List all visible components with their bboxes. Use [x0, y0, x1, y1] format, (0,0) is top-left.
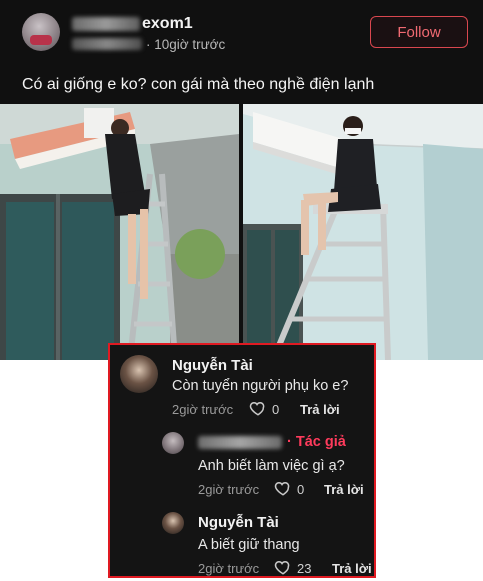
post-header: exom1 · 10giờ trước Follow	[0, 0, 483, 66]
post-photo-left[interactable]	[0, 104, 239, 360]
heart-outline-icon[interactable]	[249, 399, 267, 417]
blurred-author-name	[198, 436, 282, 449]
post-time: · 10giờ trước	[146, 36, 226, 52]
comment-section: Nguyễn Tài Còn tuyển người phụ ko e? 2gi…	[108, 343, 376, 578]
comment-1: Nguyễn Tài Còn tuyển người phụ ko e? 2gi…	[110, 345, 373, 425]
comment-text: A biết giữ thang	[198, 537, 300, 553]
commenter-avatar[interactable]	[162, 512, 184, 534]
comment-time: 2giờ trước	[198, 561, 260, 576]
heart-outline-icon[interactable]	[274, 479, 292, 497]
author-avatar[interactable]	[22, 13, 60, 51]
comment-2: · Tác giả Anh biết làm việc gì ạ? 2giờ t…	[110, 425, 373, 505]
comment-time: 2giờ trước	[198, 482, 260, 497]
blurred-username-part	[72, 17, 140, 31]
username-row[interactable]: exom1	[72, 15, 193, 33]
post-photo-right[interactable]	[243, 104, 483, 360]
follow-button[interactable]: Follow	[370, 16, 468, 48]
reply-button[interactable]: Trả lời	[300, 402, 340, 417]
comment-text: Còn tuyển người phụ ko e?	[172, 378, 349, 394]
post-card: exom1 · 10giờ trước Follow Có ai giống e…	[0, 0, 483, 360]
comment-time: 2giờ trước	[172, 402, 234, 417]
commenter-avatar[interactable]	[120, 355, 158, 393]
comment-author[interactable]: Nguyễn Tài	[172, 357, 253, 374]
comment-author[interactable]: Nguyễn Tài	[198, 514, 279, 531]
photo-right-drawing	[243, 104, 483, 360]
author-badge: · Tác giả	[287, 434, 346, 450]
username[interactable]: exom1	[142, 15, 193, 33]
photo-left-drawing	[0, 104, 239, 360]
comment-3: Nguyễn Tài A biết giữ thang 2giờ trước 2…	[110, 505, 373, 577]
post-meta: · 10giờ trước	[72, 36, 225, 52]
like-count: 23	[297, 561, 312, 576]
comment-text: Anh biết làm việc gì ạ?	[198, 458, 345, 474]
like-count: 0	[297, 482, 305, 497]
author-badge-label: Tác giả	[295, 434, 346, 450]
blurred-meta-part	[72, 38, 142, 50]
post-caption: Có ai giống e ko? con gái mà theo nghề đ…	[22, 76, 375, 93]
heart-outline-icon[interactable]	[274, 558, 292, 576]
reply-avatar[interactable]	[162, 432, 184, 454]
like-count: 0	[272, 402, 280, 417]
reply-button[interactable]: Trả lời	[324, 482, 364, 497]
reply-button[interactable]: Trả lời	[332, 561, 372, 576]
